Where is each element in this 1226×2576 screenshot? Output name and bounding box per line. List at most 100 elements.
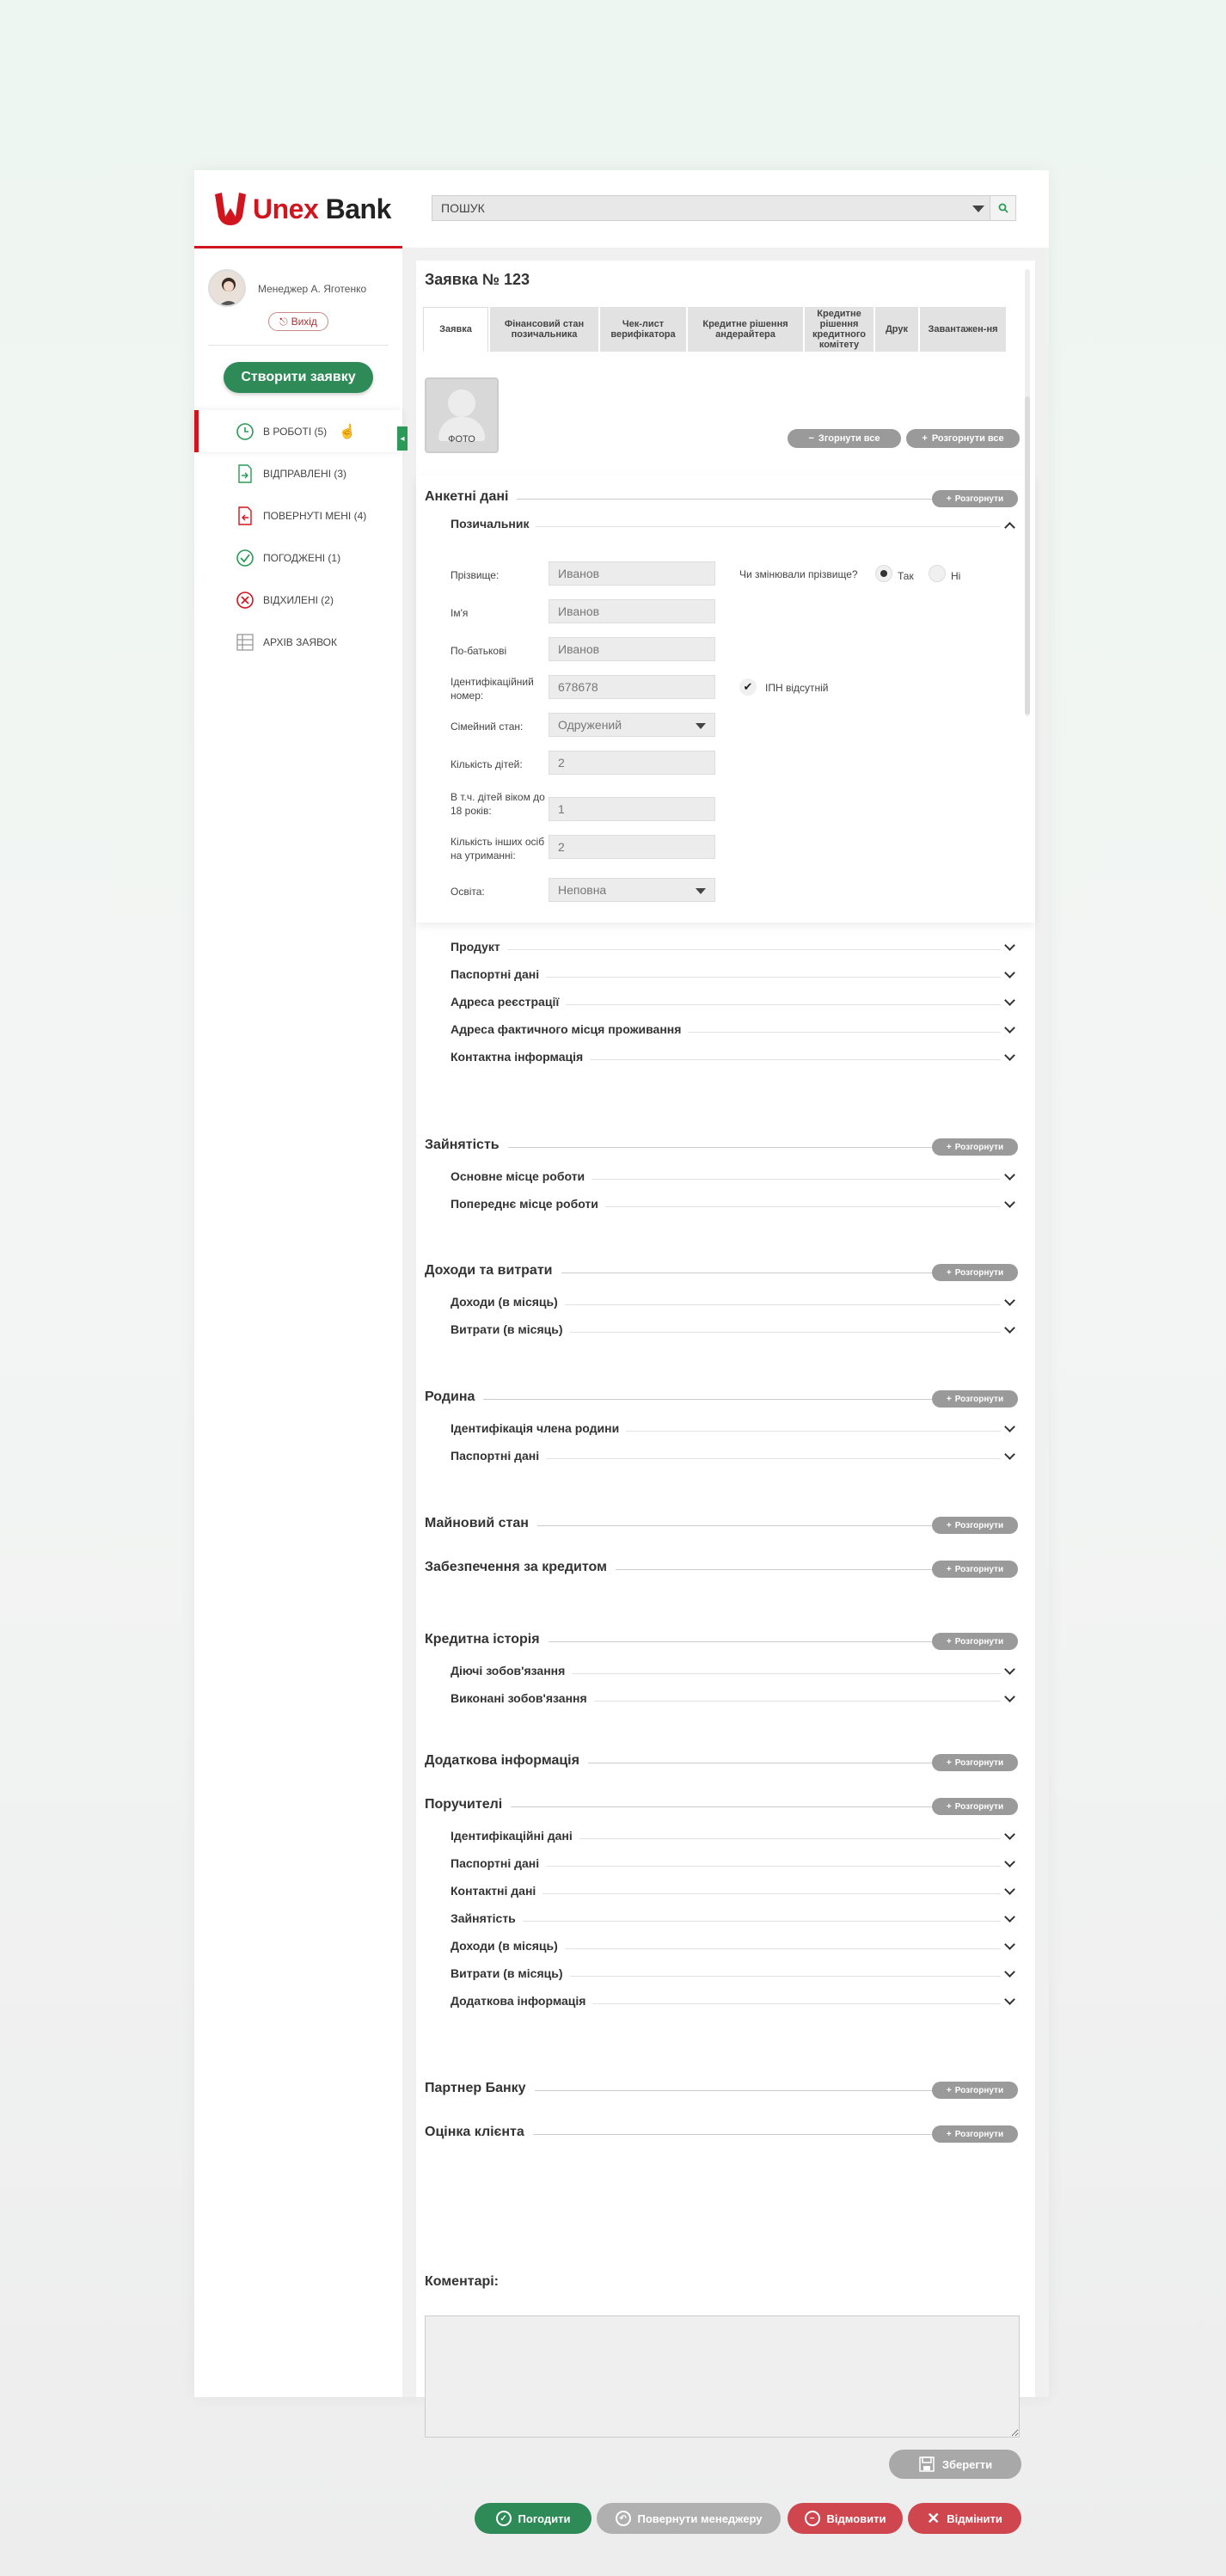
chevron-down-icon[interactable] bbox=[1004, 1169, 1015, 1181]
chevron-down-icon[interactable] bbox=[1004, 1421, 1015, 1432]
subsection-title[interactable]: Паспортні дані bbox=[451, 1449, 547, 1463]
chevron-down-icon[interactable] bbox=[1004, 1664, 1015, 1675]
subsection-title[interactable]: Доходи (в місяць) bbox=[451, 1939, 565, 1953]
expand-button[interactable]: + Розгорнути bbox=[932, 490, 1018, 507]
comments-textarea[interactable] bbox=[425, 2315, 1020, 2438]
chevron-down-icon[interactable] bbox=[1004, 1691, 1015, 1702]
section-title: Забезпечення за кредитом bbox=[425, 1560, 616, 1575]
subsection-title[interactable]: Ідентифікація члена родини bbox=[451, 1421, 627, 1435]
refuse-button[interactable]: − Відмовити bbox=[788, 2503, 903, 2534]
sidebar-item-in-work[interactable]: В РОБОТІ (5) ☝ bbox=[194, 410, 402, 452]
expand-button[interactable]: + Розгорнути bbox=[932, 1138, 1018, 1156]
subsection-title[interactable]: Додаткова інформація bbox=[451, 1994, 593, 2008]
chevron-down-icon[interactable] bbox=[1004, 1449, 1015, 1460]
chevron-down-icon[interactable] bbox=[1004, 940, 1015, 951]
tab-print[interactable]: Друк bbox=[875, 307, 918, 352]
radio-no[interactable] bbox=[929, 565, 946, 582]
chevron-down-icon[interactable] bbox=[1004, 1022, 1015, 1033]
subsection-title[interactable]: Адреса фактичного місця проживання bbox=[451, 1022, 689, 1036]
subsection-title-borrower[interactable]: Позичальник bbox=[451, 517, 536, 531]
subsection-title[interactable]: Виконані зобов'язання bbox=[451, 1691, 594, 1705]
sidebar-item-rejected[interactable]: ВІДХИЛЕНІ (2) bbox=[194, 579, 402, 621]
expand-all-button[interactable]: + Розгорнути все bbox=[906, 429, 1020, 448]
children-under18-field[interactable]: 1 bbox=[549, 797, 715, 821]
tab-financial[interactable]: Фінансовий стан позичальника bbox=[490, 307, 598, 352]
chevron-down-icon[interactable] bbox=[1004, 1829, 1015, 1840]
subsection-title[interactable]: Паспортні дані bbox=[451, 967, 547, 981]
chevron-down-icon[interactable] bbox=[1004, 1197, 1015, 1208]
tab-committee[interactable]: Кредитне рішення кредитного комітету bbox=[805, 307, 874, 352]
chevron-down-icon[interactable] bbox=[1004, 1322, 1015, 1334]
create-request-button[interactable]: Створити заявку bbox=[224, 362, 373, 393]
logout-button[interactable]: ⎋ Вихід bbox=[268, 312, 328, 331]
chevron-down-icon[interactable] bbox=[1004, 1856, 1015, 1868]
patronymic-field[interactable]: Иванов bbox=[549, 637, 715, 661]
subsection-title[interactable]: Зайнятість bbox=[451, 1911, 523, 1925]
subsection-title[interactable]: Паспортні дані bbox=[451, 1856, 547, 1870]
search-icon[interactable] bbox=[990, 196, 1015, 220]
no-ipn-checkbox[interactable]: ✔ bbox=[739, 678, 757, 696]
radio-yes[interactable] bbox=[875, 565, 892, 582]
subsection-title[interactable]: Ідентифікаційні дані bbox=[451, 1829, 579, 1843]
search-input[interactable]: ПОШУК bbox=[432, 195, 1016, 221]
subsection-title[interactable]: Контактні дані bbox=[451, 1884, 543, 1898]
expand-button[interactable]: + Розгорнути bbox=[932, 1633, 1018, 1650]
save-button[interactable]: Зберегти bbox=[889, 2450, 1021, 2479]
expand-button[interactable]: + Розгорнути bbox=[932, 1798, 1018, 1815]
subsection-title[interactable]: Витрати (в місяць) bbox=[451, 1322, 570, 1336]
chevron-down-icon[interactable] bbox=[1004, 1911, 1015, 1923]
dependents-field[interactable]: 2 bbox=[549, 835, 715, 859]
chevron-down-icon[interactable] bbox=[1004, 1994, 1015, 2005]
subsection-title[interactable]: Витрати (в місяць) bbox=[451, 1966, 570, 1980]
expand-button[interactable]: + Розгорнути bbox=[932, 1264, 1018, 1281]
sidebar-item-label: ВІДХИЛЕНІ (2) bbox=[263, 593, 334, 606]
name-field[interactable]: Иванов bbox=[549, 599, 715, 623]
expand-button[interactable]: + Розгорнути bbox=[932, 1561, 1018, 1578]
collapse-sidebar-button[interactable]: ◂ bbox=[397, 426, 408, 451]
sidebar-item-sent[interactable]: ВІДПРАВЛЕНІ (3) bbox=[194, 452, 402, 494]
chevron-down-icon[interactable] bbox=[1004, 967, 1015, 978]
marital-status-select[interactable]: Одружений bbox=[549, 713, 715, 737]
subsection-title[interactable]: Адреса реєстрації bbox=[451, 995, 567, 1009]
children-count-field[interactable]: 2 bbox=[549, 751, 715, 775]
chevron-down-icon[interactable] bbox=[1004, 1966, 1015, 1978]
chevron-down-icon[interactable] bbox=[1004, 995, 1015, 1006]
subsection-title[interactable]: Продукт bbox=[451, 940, 507, 954]
id-number-label: Ідентифікаційний номер: bbox=[451, 676, 534, 702]
chevron-down-icon[interactable] bbox=[1004, 1939, 1015, 1950]
education-select[interactable]: Неповна bbox=[549, 878, 715, 902]
expand-button[interactable]: + Розгорнути bbox=[932, 1754, 1018, 1771]
chevron-down-icon[interactable] bbox=[1004, 1050, 1015, 1061]
expand-button[interactable]: + Розгорнути bbox=[932, 2082, 1018, 2099]
chevron-down-icon[interactable] bbox=[1004, 1884, 1015, 1895]
sidebar-item-archive[interactable]: АРХІВ ЗАЯВОК bbox=[194, 621, 402, 663]
tab-upload[interactable]: Завантажен-ня bbox=[920, 307, 1006, 352]
sidebar-item-approved[interactable]: ПОГОДЖЕНІ (1) bbox=[194, 537, 402, 579]
expand-button[interactable]: + Розгорнути bbox=[932, 1390, 1018, 1408]
expand-label: Розгорнути bbox=[954, 1267, 1004, 1278]
avatar[interactable] bbox=[208, 269, 246, 307]
id-number-field[interactable]: 678678 bbox=[549, 675, 715, 699]
approve-button[interactable]: ✓ Погодити bbox=[475, 2503, 592, 2534]
tab-request[interactable]: Заявка bbox=[423, 307, 488, 352]
chevron-down-icon[interactable] bbox=[972, 205, 984, 212]
bank-logo[interactable]: Unex Bank bbox=[213, 189, 402, 229]
subsection-title[interactable]: Контактна інформація bbox=[451, 1050, 591, 1064]
scrollbar-thumb[interactable] bbox=[1025, 396, 1030, 715]
tab-bar: Заявка Фінансовий стан позичальника Чек-… bbox=[423, 307, 1018, 352]
tab-checklist[interactable]: Чек-лист верифікатора bbox=[600, 307, 686, 352]
collapse-all-button[interactable]: − Згорнути все bbox=[788, 429, 901, 448]
expand-button[interactable]: + Розгорнути bbox=[932, 1517, 1018, 1534]
chevron-down-icon[interactable] bbox=[1004, 1295, 1015, 1306]
sidebar-item-returned[interactable]: ПОВЕРНУТІ МЕНІ (4) bbox=[194, 494, 402, 537]
return-to-manager-button[interactable]: ↶ Повернути менеджеру bbox=[597, 2503, 781, 2534]
decline-button[interactable]: ✕ Відмінити bbox=[908, 2503, 1021, 2534]
surname-field[interactable]: Иванов bbox=[549, 561, 715, 586]
photo-placeholder[interactable]: ФОТО bbox=[425, 377, 499, 453]
expand-button[interactable]: + Розгорнути bbox=[932, 2125, 1018, 2143]
subsection-title[interactable]: Основне місце роботи bbox=[451, 1169, 592, 1183]
subsection-title[interactable]: Діючі зобов'язання bbox=[451, 1664, 573, 1677]
subsection-title[interactable]: Доходи (в місяць) bbox=[451, 1295, 565, 1309]
subsection-title[interactable]: Попереднє місце роботи bbox=[451, 1197, 605, 1211]
tab-underwriter[interactable]: Кредитне рішення андерайтера bbox=[688, 307, 803, 352]
